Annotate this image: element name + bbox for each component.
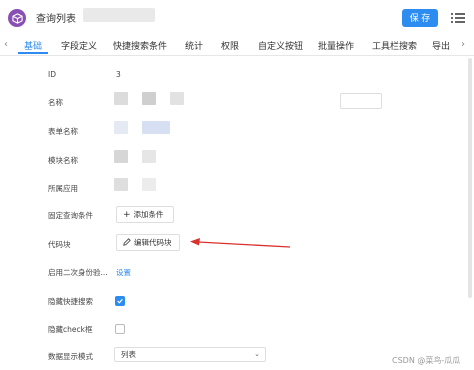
page-title: 查询列表 — [36, 14, 76, 25]
redacted-block — [142, 92, 156, 105]
redacted-block — [142, 150, 156, 163]
display-mode-value: 列表 — [121, 350, 136, 359]
module-name-label: 模块名称 — [48, 156, 78, 165]
list-menu-icon[interactable] — [451, 12, 465, 24]
hide-quick-search-checkbox[interactable] — [115, 296, 125, 306]
code-block-label: 代码块 — [48, 240, 71, 249]
tab-toolbar-search[interactable]: 工具栏搜索 — [372, 39, 417, 52]
tab-statistics[interactable]: 统计 — [185, 39, 203, 52]
fixed-query-label: 固定查询条件 — [48, 211, 93, 220]
add-condition-label: 添加条件 — [133, 210, 164, 219]
tab-basic[interactable]: 基础 — [24, 39, 42, 52]
second-auth-label: 启用二次身份验... — [48, 268, 108, 277]
name-input[interactable] — [340, 93, 382, 109]
display-mode-label: 数据显示模式 — [48, 352, 93, 361]
add-condition-button[interactable]: + 添加条件 — [116, 206, 174, 223]
edit-code-label: 编辑代码块 — [134, 238, 172, 247]
red-arrow-annotation — [190, 238, 291, 248]
scrollbar[interactable] — [468, 58, 472, 298]
chevron-down-icon: ⌄ — [254, 350, 260, 358]
redacted-block — [114, 178, 128, 191]
redacted-block — [142, 121, 170, 134]
id-value: 3 — [116, 70, 121, 79]
settings-link[interactable]: 设置 — [116, 267, 131, 278]
tab-custom-buttons[interactable]: 自定义按钮 — [258, 39, 303, 52]
redacted-block — [170, 92, 184, 105]
check-icon — [117, 298, 123, 304]
redacted-block — [142, 178, 156, 191]
hide-check-label: 隐藏check框 — [48, 325, 93, 334]
redacted-title-block — [83, 8, 155, 22]
redacted-block — [114, 121, 128, 134]
redacted-block — [114, 92, 128, 105]
top-bar: 查询列表 保 存 — [0, 0, 474, 35]
cube-icon — [8, 9, 26, 27]
pencil-icon — [123, 237, 131, 248]
id-label: ID — [48, 70, 56, 79]
edit-code-button[interactable]: 编辑代码块 — [116, 234, 180, 251]
watermark: CSDN @菜鸟-瓜瓜 — [392, 356, 461, 365]
app-label: 所属应用 — [48, 184, 78, 193]
name-label: 名称 — [48, 98, 63, 107]
tab-field-definition[interactable]: 字段定义 — [61, 39, 97, 52]
hide-check-checkbox[interactable] — [115, 324, 125, 334]
tab-permissions[interactable]: 权限 — [221, 39, 239, 52]
table-name-label: 表单名称 — [48, 127, 78, 136]
tab-export[interactable]: 导出 — [432, 39, 450, 52]
plus-icon: + — [123, 209, 131, 220]
hide-quick-search-label: 隐藏快捷搜索 — [48, 297, 93, 306]
save-button[interactable]: 保 存 — [402, 9, 438, 27]
display-mode-select[interactable]: 列表 ⌄ — [114, 347, 266, 362]
redacted-block — [114, 150, 128, 163]
active-tab-indicator — [18, 52, 48, 54]
tab-bar: ‹ 基础 字段定义 快捷搜索条件 统计 权限 自定义按钮 批量操作 工具栏搜索 … — [0, 35, 474, 56]
tab-batch-operations[interactable]: 批量操作 — [318, 39, 354, 52]
tab-scroll-left-icon[interactable]: ‹ — [4, 39, 8, 50]
tab-scroll-right-icon[interactable]: › — [461, 39, 465, 50]
tab-quick-search[interactable]: 快捷搜索条件 — [113, 39, 167, 52]
